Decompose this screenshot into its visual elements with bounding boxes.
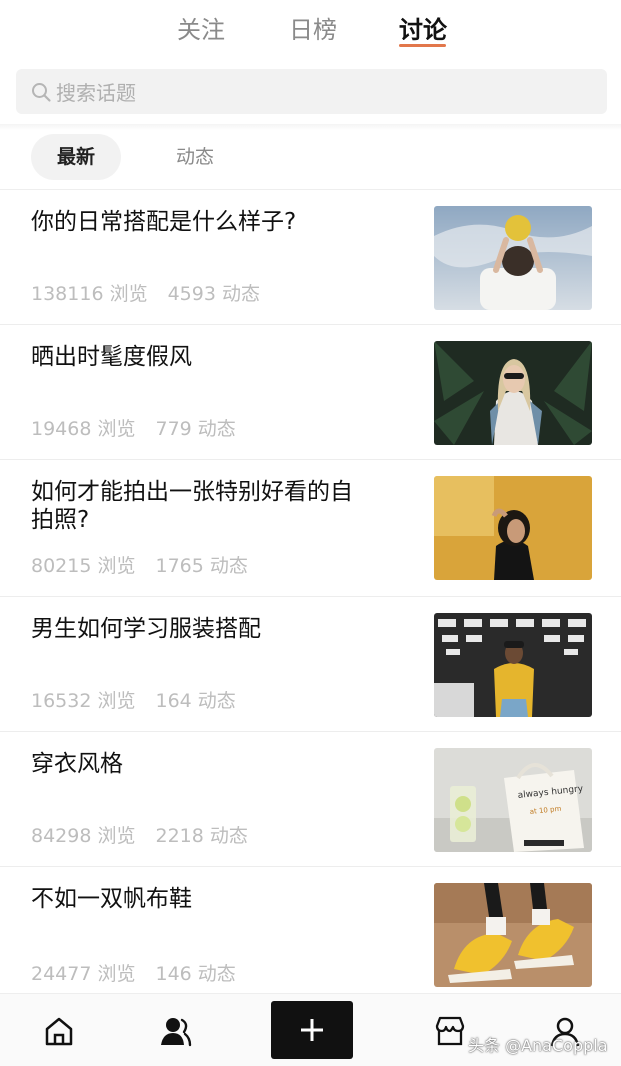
- topic-stats: 84298 浏览 2218 动态: [31, 821, 268, 848]
- search-bar[interactable]: 搜索话题: [16, 69, 607, 114]
- topic-thumbnail: always hungry at 10 pm: [434, 748, 592, 852]
- topic-title: 你的日常搭配是什么样子?: [31, 209, 297, 235]
- post-count: 1765 动态: [155, 555, 248, 577]
- tab-follow[interactable]: 关注: [177, 10, 225, 45]
- topic-stats: 24477 浏览 146 动态: [31, 959, 256, 986]
- topic-thumbnail: [434, 613, 592, 717]
- topic-list: 你的日常搭配是什么样子? 138116 浏览 4593 动态 晒出时髦度假风 19…: [0, 190, 621, 1004]
- sub-tab-latest[interactable]: 最新: [31, 134, 121, 180]
- topic-item[interactable]: 如何才能拍出一张特别好看的自拍照? 80215 浏览 1765 动态: [0, 460, 621, 597]
- view-count: 84298 浏览: [31, 825, 136, 847]
- friends-icon[interactable]: [158, 1014, 192, 1048]
- topic-item[interactable]: 晒出时髦度假风 19468 浏览 779 动态: [0, 325, 621, 460]
- search-icon: [32, 82, 51, 102]
- tab-discussion[interactable]: 讨论: [399, 10, 447, 45]
- bottom-nav-bar: 头条 @AnaCoppla: [0, 993, 621, 1066]
- search-input[interactable]: 搜索话题: [56, 77, 136, 106]
- topic-title: 男生如何学习服装搭配: [31, 616, 261, 642]
- store-icon[interactable]: [433, 1014, 467, 1048]
- post-count: 2218 动态: [155, 825, 248, 847]
- topic-title: 不如一双帆布鞋: [31, 886, 192, 912]
- topic-stats: 138116 浏览 4593 动态: [31, 279, 280, 306]
- header-divider: [0, 124, 621, 130]
- topic-thumbnail: [434, 341, 592, 445]
- post-count: 4593 动态: [167, 283, 260, 305]
- topic-stats: 19468 浏览 779 动态: [31, 414, 256, 441]
- plus-icon: [301, 1019, 323, 1041]
- view-count: 16532 浏览: [31, 690, 136, 712]
- topic-item[interactable]: 你的日常搭配是什么样子? 138116 浏览 4593 动态: [0, 190, 621, 325]
- topic-title: 如何才能拍出一张特别好看的自拍照?: [31, 479, 353, 533]
- view-count: 19468 浏览: [31, 418, 136, 440]
- sub-tab-bar: 最新 动态: [0, 134, 621, 184]
- home-icon[interactable]: [42, 1014, 76, 1048]
- tab-daily-rank[interactable]: 日榜: [289, 10, 337, 45]
- topic-stats: 16532 浏览 164 动态: [31, 686, 256, 713]
- view-count: 138116 浏览: [31, 283, 148, 305]
- topic-item[interactable]: 不如一双帆布鞋 24477 浏览 146 动态: [0, 867, 621, 1004]
- post-count: 146 动态: [155, 963, 236, 985]
- topic-thumbnail: [434, 206, 592, 310]
- topic-stats: 80215 浏览 1765 动态: [31, 551, 268, 578]
- view-count: 80215 浏览: [31, 555, 136, 577]
- topic-thumbnail: [434, 883, 592, 987]
- topic-item[interactable]: 穿衣风格 84298 浏览 2218 动态 always hungry at 10…: [0, 732, 621, 867]
- topic-title: 晒出时髦度假风: [31, 344, 192, 370]
- active-tab-indicator: [399, 44, 446, 47]
- post-count: 779 动态: [155, 418, 236, 440]
- top-tab-bar: 关注 日榜 讨论: [0, 0, 621, 58]
- post-count: 164 动态: [155, 690, 236, 712]
- post-button[interactable]: [271, 1001, 353, 1059]
- sub-tab-activity[interactable]: 动态: [160, 134, 230, 180]
- watermark: 头条 @AnaCoppla: [468, 1036, 608, 1055]
- view-count: 24477 浏览: [31, 963, 136, 985]
- topic-thumbnail: [434, 476, 592, 580]
- topic-item[interactable]: 男生如何学习服装搭配 16532 浏览 164 动态: [0, 597, 621, 732]
- topic-title: 穿衣风格: [31, 751, 123, 777]
